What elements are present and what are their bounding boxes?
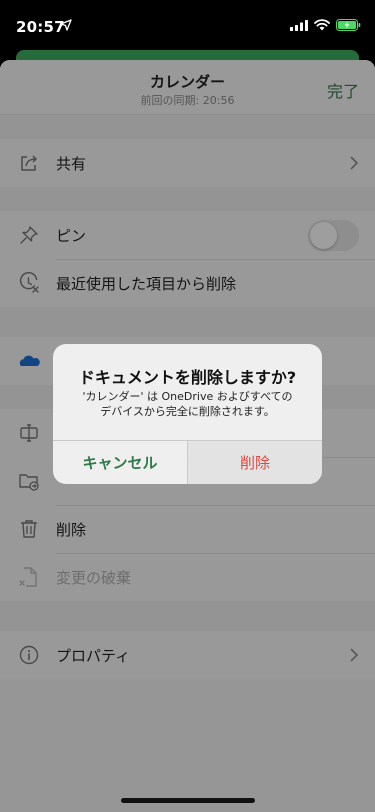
confirm-delete-button[interactable]: 削除 — [188, 441, 322, 484]
location-arrow-icon — [60, 19, 72, 31]
wifi-icon — [314, 19, 330, 31]
home-indicator[interactable] — [121, 798, 255, 803]
dialog-buttons: キャンセル 削除 — [53, 440, 322, 484]
dialog-message: 'カレンダー' は OneDrive およびすべての デバイスから完全に削除され… — [82, 390, 293, 418]
battery-charging-icon — [336, 19, 361, 31]
cellular-signal-icon — [290, 19, 308, 31]
status-time: 20:57 — [16, 18, 65, 36]
dialog-title: ドキュメントを削除しますか? — [78, 368, 297, 387]
delete-confirmation-dialog: ドキュメントを削除しますか? 'カレンダー' は OneDrive およびすべて… — [53, 344, 322, 484]
status-bar: 20:57 — [0, 0, 375, 48]
cancel-button[interactable]: キャンセル — [53, 441, 188, 484]
